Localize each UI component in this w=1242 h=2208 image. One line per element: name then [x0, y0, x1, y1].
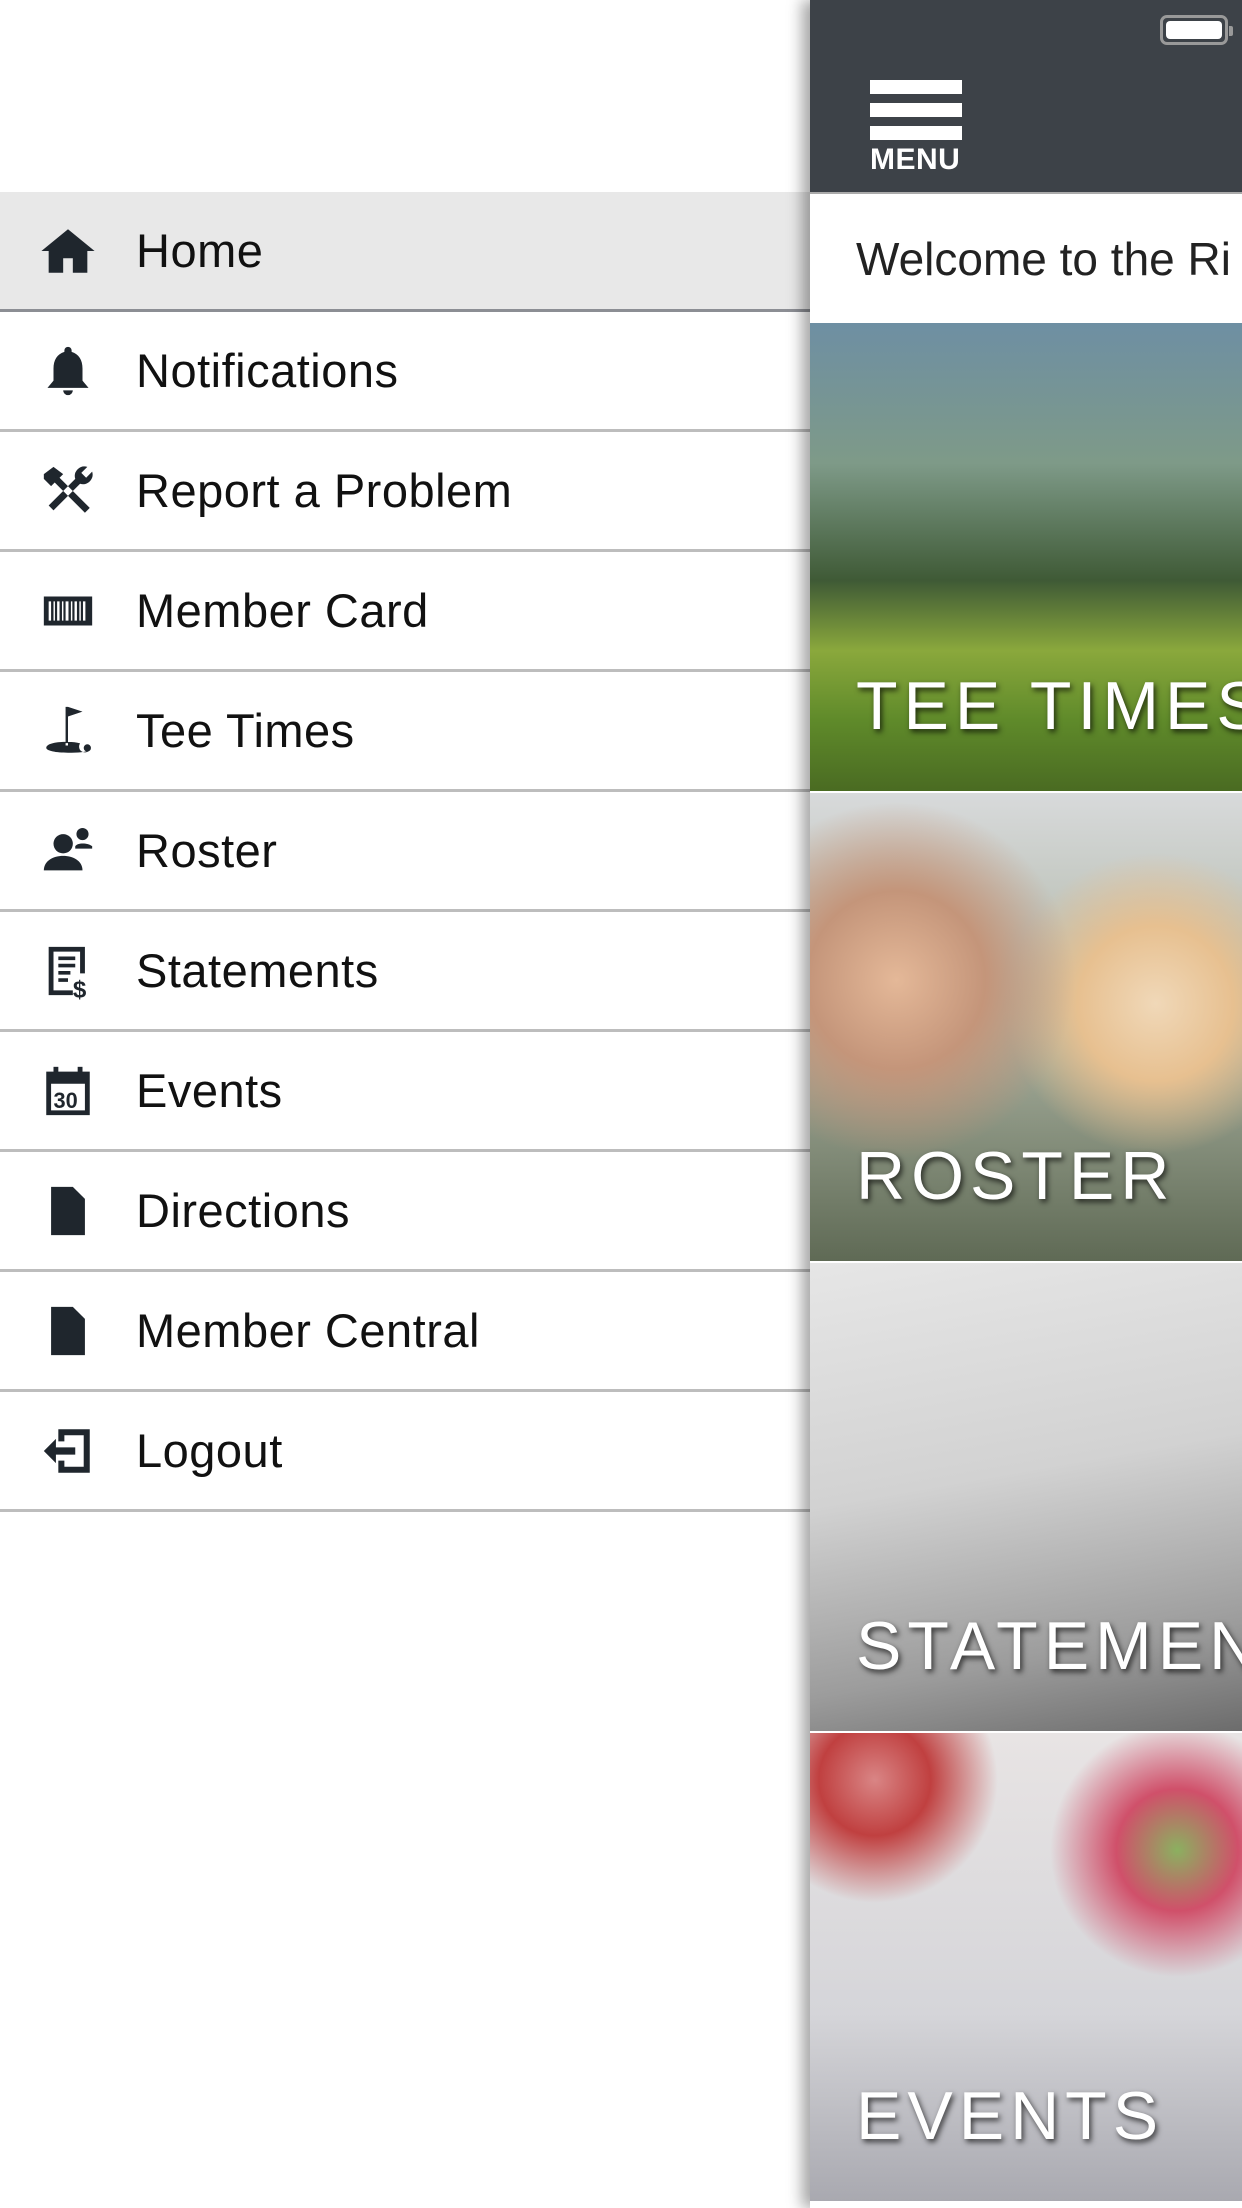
menu-item-label: Member Card: [136, 584, 429, 637]
menu-item-roster[interactable]: Roster: [0, 792, 810, 912]
svg-text:$: $: [73, 976, 87, 999]
menu-item-member-card[interactable]: Member Card: [0, 552, 810, 672]
statement-icon: $: [0, 942, 136, 1000]
menu-item-label: Directions: [136, 1184, 350, 1237]
menu-item-home[interactable]: Home: [0, 192, 810, 312]
tile-tee-times[interactable]: TEE TIMES: [810, 323, 1242, 793]
tile-statements[interactable]: STATEMENTS: [810, 1263, 1242, 1733]
home-icon: [0, 222, 136, 280]
drawer-top-space: [0, 0, 810, 192]
menu-button[interactable]: MENU: [870, 80, 962, 177]
menu-item-label: Home: [136, 224, 264, 277]
tools-icon: [0, 462, 136, 520]
menu-item-member-central[interactable]: Member Central: [0, 1272, 810, 1392]
menu-item-tee-times[interactable]: Tee Times: [0, 672, 810, 792]
tile-label: ROSTER: [856, 1138, 1176, 1214]
document-icon: [0, 1302, 136, 1360]
menu-item-label: Statements: [136, 944, 379, 997]
navigation-drawer: Home Notifications Report a Problem Memb…: [0, 0, 810, 2208]
menu-item-notifications[interactable]: Notifications: [0, 312, 810, 432]
menu-item-statements[interactable]: $ Statements: [0, 912, 810, 1032]
calendar-day: 30: [54, 1087, 78, 1112]
menu-item-label: Events: [136, 1064, 283, 1117]
welcome-text: Welcome to the Ri: [810, 192, 1242, 323]
menu-item-label: Logout: [136, 1424, 283, 1477]
menu-item-logout[interactable]: Logout: [0, 1392, 810, 1512]
logout-icon: [0, 1422, 136, 1480]
menu-item-label: Tee Times: [136, 704, 355, 757]
menu-item-label: Member Central: [136, 1304, 480, 1357]
calendar-icon: 30: [0, 1062, 136, 1120]
barcode-card-icon: [0, 582, 136, 640]
tile-label: EVENTS: [856, 2078, 1165, 2154]
tile-label: STATEMENTS: [856, 1608, 1242, 1684]
menu-item-events[interactable]: 30 Events: [0, 1032, 810, 1152]
battery-icon: [1160, 15, 1233, 45]
menu-item-label: Report a Problem: [136, 464, 513, 517]
person-icon: [0, 822, 136, 880]
menu-item-label: Roster: [136, 824, 278, 877]
tile-events[interactable]: EVENTS: [810, 1733, 1242, 2203]
menu-item-directions[interactable]: Directions: [0, 1152, 810, 1272]
document-icon: [0, 1182, 136, 1240]
tile-label: TEE TIMES: [856, 668, 1242, 744]
menu-label: MENU: [870, 143, 961, 176]
bell-icon: [0, 342, 136, 400]
app-header: MENU: [810, 0, 1242, 192]
tile-roster[interactable]: ROSTER: [810, 793, 1242, 1263]
home-screen: MENU Welcome to the Ri TEE TIMES ROSTER …: [810, 0, 1242, 2208]
menu-item-label: Notifications: [136, 344, 399, 397]
golf-flag-icon: [0, 702, 136, 760]
hamburger-icon: [870, 80, 962, 94]
menu-item-report-a-problem[interactable]: Report a Problem: [0, 432, 810, 552]
